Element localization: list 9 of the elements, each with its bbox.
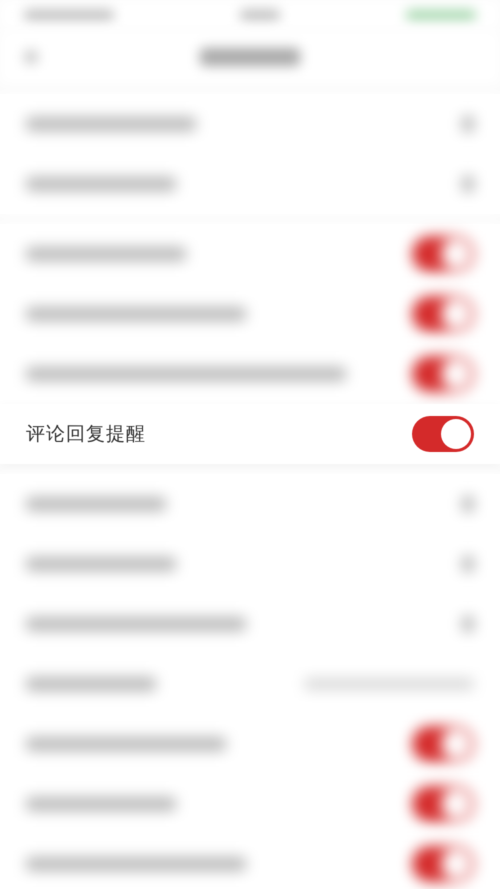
toggle-switch[interactable] [412,236,474,272]
battery-icon [406,10,476,20]
toggle-switch[interactable] [412,786,474,822]
toggle-switch[interactable] [412,416,474,452]
toggle-switch[interactable] [412,726,474,762]
toggle-switch[interactable] [412,846,474,882]
toggle-switch[interactable] [412,296,474,332]
toggle-switch[interactable] [412,356,474,392]
setting-label: 评论回复提醒 [26,422,146,447]
